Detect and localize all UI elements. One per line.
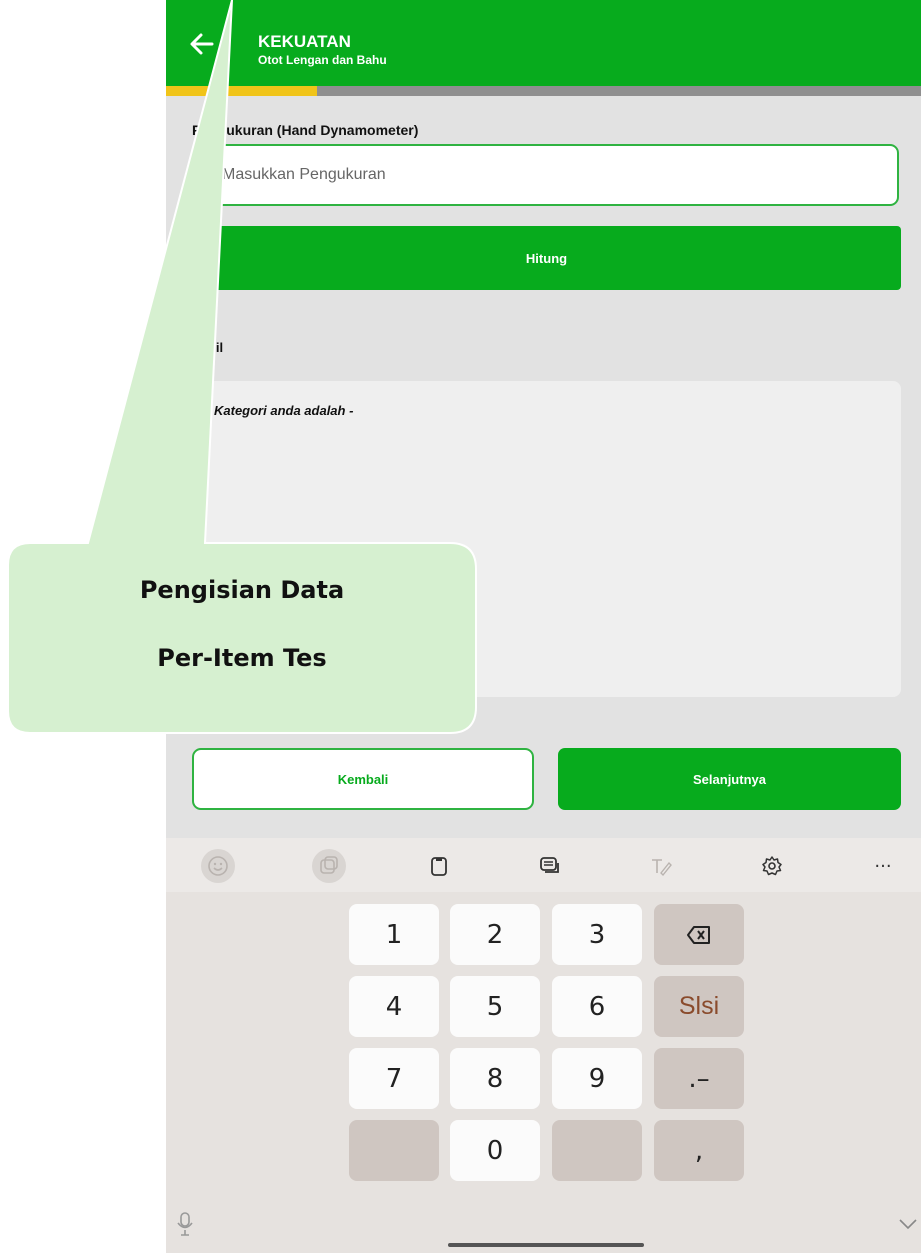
home-indicator <box>448 1243 644 1247</box>
progress-bar-fill <box>166 86 317 96</box>
emoji-icon[interactable] <box>201 849 235 883</box>
backspace-key[interactable] <box>654 904 744 965</box>
key-7[interactable]: 7 <box>349 1048 439 1109</box>
page-subtitle: Otot Lengan dan Bahu <box>258 53 387 67</box>
more-icon[interactable]: ··· <box>866 849 900 883</box>
microphone-icon[interactable] <box>176 1211 194 1237</box>
arrow-left-icon[interactable] <box>188 30 216 58</box>
hitung-button-label: Hitung <box>525 250 568 266</box>
key-label: 8 <box>486 1063 504 1094</box>
progress-bar <box>166 86 921 96</box>
key-label: 6 <box>588 991 606 1022</box>
result-label: Hasil <box>192 340 224 355</box>
key-label: 5 <box>486 991 504 1022</box>
back-button-label: Kembali <box>337 771 389 787</box>
done-key[interactable]: Slsi <box>654 976 744 1037</box>
more-label: ··· <box>874 855 892 877</box>
hitung-button[interactable]: Hitung <box>192 226 901 290</box>
key-0[interactable]: 0 <box>450 1120 540 1181</box>
keyboard-layout-icon[interactable] <box>533 849 567 883</box>
key-label: Slsi <box>678 992 720 1020</box>
page-title: KEKUATAN <box>258 32 351 51</box>
blank-key <box>552 1120 642 1181</box>
blank-key <box>349 1120 439 1181</box>
key-5[interactable]: 5 <box>450 976 540 1037</box>
chevron-down-icon[interactable] <box>898 1218 918 1230</box>
key-label: 0 <box>486 1135 504 1166</box>
annotation-subtitle: Per-Item Tes <box>157 644 327 672</box>
numeric-keyboard: 1 2 3 4 5 6 Slsi 7 8 9 .– 0 , <box>166 892 921 1253</box>
app-bar: KEKUATAN Otot Lengan dan Bahu <box>166 0 921 86</box>
measurement-label: Pengukuran (Hand Dynamometer) <box>192 122 419 138</box>
key-label: 3 <box>588 919 606 950</box>
next-button-label: Selanjutnya <box>693 771 766 787</box>
key-1[interactable]: 1 <box>349 904 439 965</box>
key-label: 4 <box>385 991 403 1022</box>
settings-icon[interactable] <box>755 849 789 883</box>
key-label: 9 <box>588 1063 606 1094</box>
keyboard-toolbar: ··· <box>166 838 921 892</box>
key-8[interactable]: 8 <box>450 1048 540 1109</box>
key-6[interactable]: 6 <box>552 976 642 1037</box>
key-2[interactable]: 2 <box>450 904 540 965</box>
measurement-input[interactable] <box>192 144 899 206</box>
key-label: 7 <box>385 1063 403 1094</box>
comma-key[interactable]: , <box>654 1120 744 1181</box>
back-button[interactable]: Kembali <box>192 748 534 810</box>
key-label: , <box>694 1135 704 1166</box>
result-text: Kategori anda adalah - <box>214 403 354 418</box>
backspace-icon <box>687 925 710 944</box>
key-3[interactable]: 3 <box>552 904 642 965</box>
key-9[interactable]: 9 <box>552 1048 642 1109</box>
clipboard-icon[interactable] <box>422 849 456 883</box>
key-label: .– <box>688 1063 710 1094</box>
key-4[interactable]: 4 <box>349 976 439 1037</box>
key-label: 1 <box>385 919 403 950</box>
dot-minus-key[interactable]: .– <box>654 1048 744 1109</box>
annotation-title: Pengisian Data <box>139 576 345 604</box>
handwriting-icon[interactable] <box>644 849 678 883</box>
key-label: 2 <box>486 919 504 950</box>
phone-screen: KEKUATAN Otot Lengan dan Bahu Pengukuran… <box>166 0 921 1253</box>
sticker-icon[interactable] <box>312 849 346 883</box>
next-button[interactable]: Selanjutnya <box>558 748 901 810</box>
